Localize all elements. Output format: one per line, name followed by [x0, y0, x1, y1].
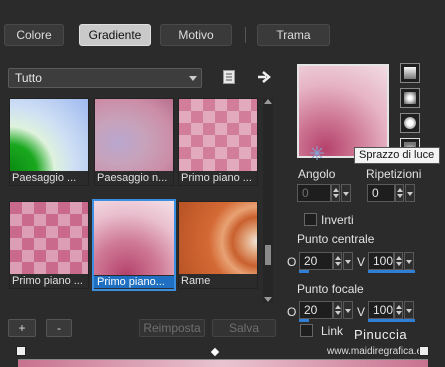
invert-label: Inverti — [321, 213, 354, 227]
repeats-field[interactable]: 0 — [367, 184, 395, 202]
sunburst-style-icon — [404, 117, 416, 129]
gradient-preview[interactable] — [297, 64, 389, 158]
center-v-slider[interactable] — [368, 270, 415, 273]
focal-v-slider[interactable] — [368, 319, 415, 322]
save-button[interactable]: Salva — [212, 319, 276, 337]
gradient-editor-bar[interactable] — [18, 359, 428, 367]
gradient-swatch — [179, 202, 257, 274]
focal-point-marker-icon[interactable] — [310, 146, 324, 160]
angle-stepper[interactable] — [331, 184, 340, 202]
gradient-thumb-paesaggio-n[interactable]: Paesaggio n... — [94, 98, 174, 186]
angle-label: Angolo — [298, 167, 336, 181]
watermark-url: www.maidiregrafica.eu — [327, 346, 428, 357]
scroll-thumb[interactable] — [265, 245, 271, 265]
angle-field[interactable]: 0 — [297, 184, 331, 202]
center-point-label: Punto centrale — [297, 232, 375, 246]
tab-motivo[interactable]: Motivo — [160, 24, 232, 46]
gradient-swatch — [10, 99, 88, 171]
invert-checkbox[interactable] — [304, 213, 317, 226]
rectangular-style-button[interactable] — [400, 88, 420, 108]
focal-h-slider[interactable] — [299, 319, 309, 322]
linear-style-icon — [404, 67, 416, 79]
color-stop-right[interactable] — [419, 346, 429, 356]
focal-v-label: V — [357, 305, 366, 319]
gradient-thumb-rame[interactable]: Rame — [178, 201, 258, 289]
repeats-label: Ripetizioni — [366, 167, 422, 181]
gradient-caption: Paesaggio ... — [12, 172, 77, 184]
gradient-list-scrollbar[interactable] — [263, 98, 273, 303]
center-v-label: V — [357, 255, 366, 269]
remove-gradient-button[interactable]: - — [46, 319, 72, 337]
link-label: Link — [321, 324, 344, 338]
scroll-up-icon[interactable] — [264, 99, 272, 104]
focal-h-field[interactable]: 20 — [299, 301, 333, 319]
focal-v-stepper[interactable] — [394, 301, 403, 319]
add-gradient-button[interactable]: + — [8, 319, 36, 337]
color-stop-left[interactable] — [16, 346, 26, 356]
chevron-down-icon — [189, 76, 197, 81]
gradient-swatch — [179, 99, 257, 171]
rectangular-style-icon — [404, 92, 416, 104]
center-h-label: O — [287, 255, 297, 269]
focal-point-label: Punto focale — [297, 282, 364, 296]
watermark-name: Pinuccia — [354, 327, 408, 342]
reset-button[interactable]: Reimposta — [139, 319, 205, 337]
gradient-caption: Paesaggio n... — [97, 172, 168, 184]
gradient-caption: Rame — [181, 275, 211, 287]
arrow-right-icon[interactable] — [257, 70, 271, 84]
gradient-swatch — [95, 99, 173, 171]
gradient-thumb-primo-piano-3-selected[interactable]: Primo piano... — [92, 199, 176, 291]
focal-h-label: O — [287, 305, 297, 319]
center-v-stepper[interactable] — [394, 252, 403, 270]
tooltip: Sprazzo di luce — [354, 147, 440, 164]
gradient-thumb-primo-piano-2[interactable]: Primo piano ... — [9, 201, 89, 289]
focal-h-dropdown[interactable] — [343, 301, 353, 319]
tab-trama[interactable]: Trama — [257, 24, 330, 46]
category-dropdown[interactable]: Tutto — [8, 68, 202, 88]
center-h-field[interactable]: 20 — [299, 252, 333, 270]
focal-v-dropdown[interactable] — [404, 301, 414, 319]
document-list-icon[interactable] — [223, 70, 235, 84]
sunburst-style-button[interactable] — [400, 113, 420, 133]
tab-separator — [245, 27, 246, 43]
angle-dropdown[interactable] — [341, 184, 351, 202]
gradient-caption: Primo piano... — [94, 276, 174, 288]
gradient-swatch — [10, 202, 88, 274]
linear-style-button[interactable] — [400, 63, 420, 83]
center-h-slider[interactable] — [299, 270, 309, 273]
center-v-field[interactable]: 100 — [368, 252, 394, 270]
focal-h-stepper[interactable] — [333, 301, 342, 319]
center-h-dropdown[interactable] — [343, 252, 353, 270]
gradient-thumb-primo-piano-1[interactable]: Primo piano ... — [178, 98, 258, 186]
tab-colore[interactable]: Colore — [4, 24, 64, 46]
link-checkbox[interactable] — [300, 324, 313, 337]
gradient-caption: Primo piano ... — [12, 275, 83, 287]
midpoint-marker[interactable] — [210, 347, 220, 357]
tab-gradiente[interactable]: Gradiente — [79, 24, 151, 46]
repeats-dropdown[interactable] — [405, 184, 415, 202]
gradient-caption: Primo piano ... — [181, 172, 252, 184]
repeats-stepper[interactable] — [395, 184, 404, 202]
focal-v-field[interactable]: 100 — [368, 301, 394, 319]
gradient-swatch — [94, 201, 174, 275]
center-h-stepper[interactable] — [333, 252, 342, 270]
gradient-thumb-paesaggio[interactable]: Paesaggio ... — [9, 98, 89, 186]
scroll-down-icon[interactable] — [264, 297, 272, 302]
center-v-dropdown[interactable] — [404, 252, 414, 270]
category-value: Tutto — [15, 71, 42, 85]
